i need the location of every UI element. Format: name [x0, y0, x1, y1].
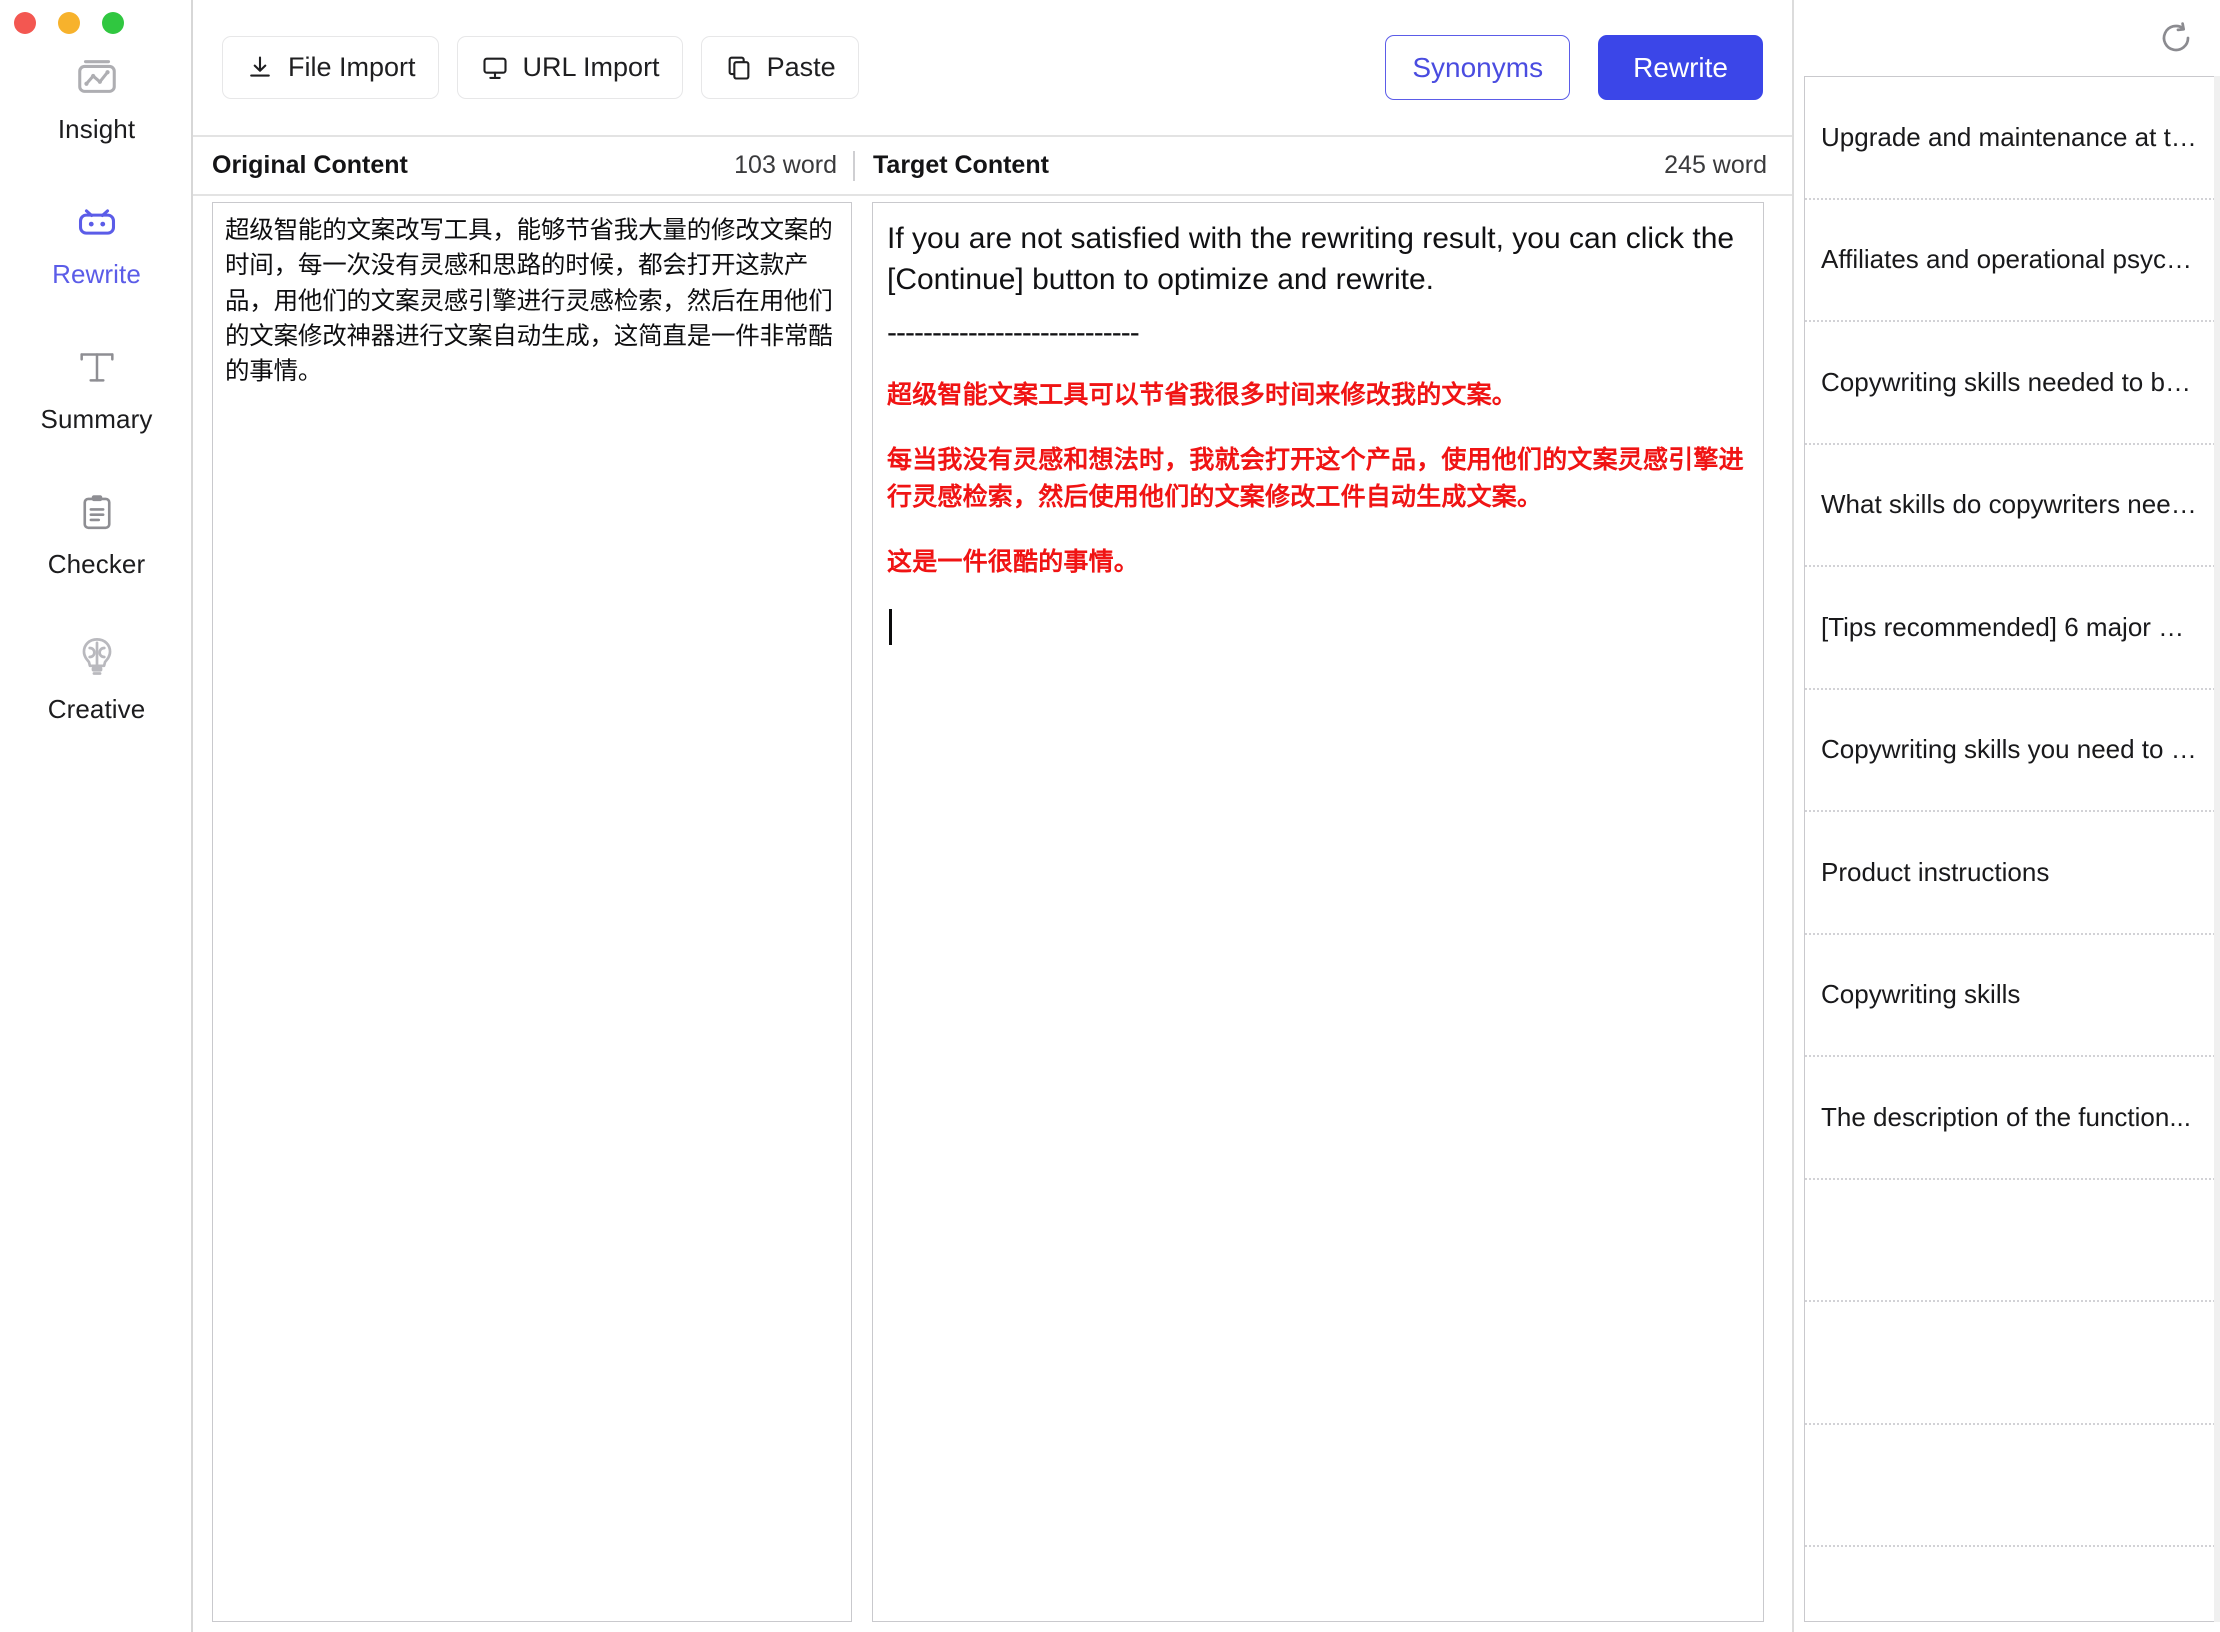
- original-content-text: 超级智能的文案改写工具，能够节省我大量的修改文案的时间，每一次没有灵感和思路的时…: [225, 217, 833, 386]
- refresh-icon[interactable]: [2154, 16, 2198, 60]
- sidebar-item-creative[interactable]: Creative: [0, 616, 193, 761]
- list-item-label: Copywriting skills: [1821, 979, 2021, 1010]
- close-window-button[interactable]: [14, 12, 36, 34]
- list-item: [1805, 1180, 2215, 1302]
- target-divider-text: ----------------------------: [887, 316, 1140, 349]
- original-content-title: Original Content: [212, 151, 408, 179]
- list-item-label: Copywriting skills needed to be...: [1821, 366, 2197, 397]
- right-panel-toolbar: [1794, 0, 2220, 76]
- sidebar-nav: Insight Rewrite Summary Checker Creative: [0, 36, 193, 761]
- sidebar-item-label: Rewrite: [52, 259, 141, 289]
- synonyms-button[interactable]: Synonyms: [1385, 35, 1571, 100]
- text-cursor: [889, 609, 892, 645]
- list-item[interactable]: Copywriting skills needed to be...: [1805, 322, 2215, 445]
- list-item-label: Upgrade and maintenance at th...: [1821, 121, 2197, 152]
- target-intro-text: If you are not satisfied with the rewrit…: [887, 222, 1735, 296]
- text-t-icon: [70, 340, 124, 394]
- list-item[interactable]: The description of the function...: [1805, 1057, 2215, 1180]
- toolbar-left-group: File Import URL Import Paste: [222, 36, 859, 99]
- editor-row: 超级智能的文案改写工具，能够节省我大量的修改文案的时间，每一次没有灵感和思路的时…: [193, 196, 1792, 1632]
- toolbar-right-group: Synonyms Rewrite: [1385, 35, 1763, 100]
- list-item[interactable]: Affiliates and operational psych...: [1805, 200, 2215, 322]
- target-word-count: 245 word: [1664, 151, 1767, 179]
- list-item-label: Copywriting skills you need to s...: [1821, 734, 2197, 765]
- list-item-label: Affiliates and operational psych...: [1821, 244, 2197, 275]
- list-item[interactable]: Product instructions: [1805, 812, 2215, 935]
- sidebar-item-label: Summary: [40, 404, 153, 434]
- target-paragraph: 每当我没有灵感和想法时，我就会打开这个产品，使用他们的文案灵感引擎进行灵感检索，…: [887, 446, 1744, 511]
- sidebar-item-rewrite[interactable]: Rewrite: [0, 181, 193, 326]
- url-import-label: URL Import: [522, 52, 660, 82]
- sidebar-item-summary[interactable]: Summary: [0, 326, 193, 471]
- column-headers: Original Content 103 word Target Content…: [193, 137, 1792, 196]
- list-item[interactable]: What skills do copywriters need?: [1805, 445, 2215, 567]
- list-item[interactable]: Copywriting skills you need to s...: [1805, 690, 2215, 812]
- right-panel: Upgrade and maintenance at th... Affilia…: [1792, 0, 2220, 1632]
- file-import-button[interactable]: File Import: [222, 36, 439, 99]
- target-content-editor[interactable]: If you are not satisfied with the rewrit…: [872, 202, 1764, 1622]
- original-content-editor[interactable]: 超级智能的文案改写工具，能够节省我大量的修改文案的时间，每一次没有灵感和思路的时…: [212, 202, 852, 1622]
- rewrite-button[interactable]: Rewrite: [1598, 35, 1763, 100]
- list-item[interactable]: Copywriting skills: [1805, 935, 2215, 1057]
- list-item-label: What skills do copywriters need?: [1821, 489, 2197, 520]
- monitor-icon: [480, 53, 510, 83]
- history-list[interactable]: Upgrade and maintenance at th... Affilia…: [1804, 76, 2216, 1622]
- lightbulb-brain-icon: [70, 630, 124, 684]
- list-item-label: Product instructions: [1821, 856, 2050, 887]
- minimize-window-button[interactable]: [58, 12, 80, 34]
- sidebar-item-label: Insight: [57, 114, 136, 144]
- chart-box-icon: [70, 50, 124, 104]
- target-content-title: Target Content: [873, 151, 1049, 179]
- list-item: [1805, 1302, 2215, 1425]
- robot-icon: [70, 195, 124, 249]
- text-caret-line: [887, 609, 1745, 645]
- list-item-label: The description of the function...: [1821, 1101, 2191, 1132]
- sidebar-item-checker[interactable]: Checker: [0, 471, 193, 616]
- sidebar-item-insight[interactable]: Insight: [0, 36, 193, 181]
- sidebar-item-label: Checker: [47, 549, 146, 579]
- url-import-button[interactable]: URL Import: [456, 36, 683, 99]
- clipboard-icon: [70, 485, 124, 539]
- window-traffic-lights: [14, 12, 124, 34]
- sidebar-item-label: Creative: [47, 694, 146, 724]
- original-word-count: 103 word: [734, 151, 837, 179]
- app-window: Insight Rewrite Summary Checker Creative…: [0, 0, 2220, 1632]
- zoom-window-button[interactable]: [102, 12, 124, 34]
- list-item[interactable]: [Tips recommended] 6 major ele...: [1805, 567, 2215, 690]
- paste-button[interactable]: Paste: [700, 36, 859, 99]
- paste-label: Paste: [766, 52, 836, 82]
- left-sidebar: Insight Rewrite Summary Checker Creative: [0, 0, 193, 1632]
- list-item: [1805, 1425, 2215, 1547]
- target-content-body: If you are not satisfied with the rewrit…: [873, 203, 1763, 645]
- download-icon: [245, 53, 275, 83]
- list-item-label: [Tips recommended] 6 major ele...: [1821, 611, 2197, 642]
- right-panel-scrollbar[interactable]: [2214, 76, 2220, 1622]
- list-item[interactable]: Upgrade and maintenance at th...: [1805, 77, 2215, 200]
- copy-icon: [724, 53, 754, 83]
- target-paragraph: 这是一件很酷的事情。: [887, 548, 1140, 576]
- list-item: [1805, 1547, 2215, 1621]
- target-column-header: Target Content 245 word: [855, 137, 1792, 194]
- original-column-header: Original Content 103 word: [193, 137, 853, 194]
- toolbar: File Import URL Import Paste Synonyms Re…: [193, 0, 1792, 137]
- target-paragraph: 超级智能文案工具可以节省我很多时间来修改我的文案。: [887, 381, 1518, 409]
- file-import-label: File Import: [288, 52, 416, 82]
- main-area: File Import URL Import Paste Synonyms Re…: [193, 0, 1792, 1632]
